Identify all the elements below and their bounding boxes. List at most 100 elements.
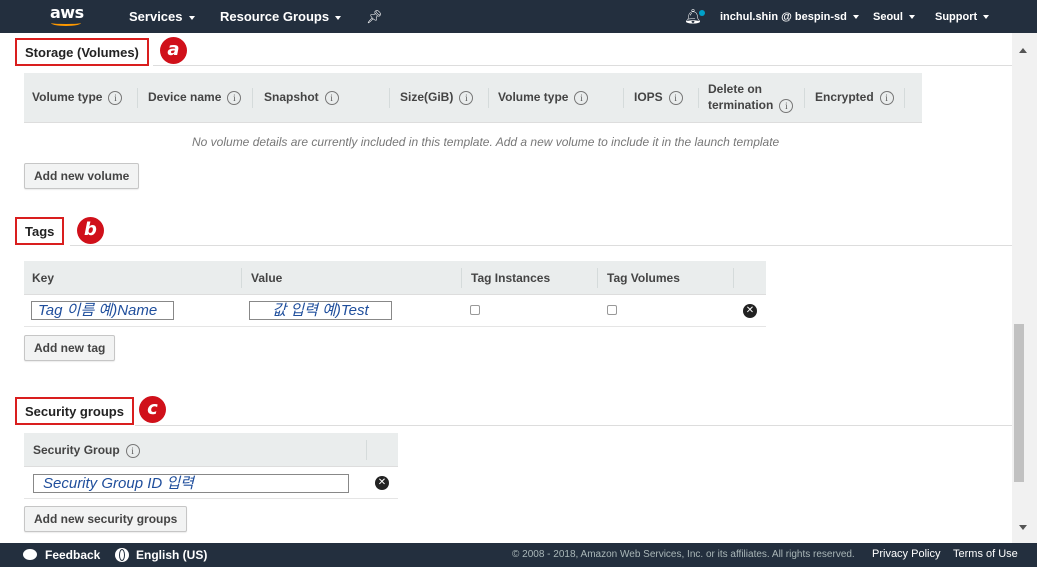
annotation-marker-b: b [77,217,104,244]
chevron-down-icon [908,15,915,20]
col-key[interactable]: Key [32,271,54,285]
column-separator [461,268,462,288]
chevron-down-icon [335,15,342,20]
footer: Feedback English (US) © 2008 - 2018, Ama… [0,543,1037,567]
info-icon[interactable]: i [324,90,339,105]
info-icon[interactable]: i [227,90,242,105]
tag-key-input[interactable]: Tag 이름 예)Name [31,301,174,320]
account-menu[interactable]: inchul.shin @ bespin-sd [720,11,859,23]
column-separator [366,440,367,460]
services-menu[interactable]: Services [129,9,195,24]
resource-groups-menu[interactable]: Resource Groups [220,9,342,24]
col-delete-on[interactable]: Delete on [708,82,762,96]
col-snapshot[interactable]: Snapshot i [264,90,339,105]
add-new-volume-button[interactable]: Add new volume [24,163,140,189]
chevron-down-icon [188,15,195,20]
column-separator [241,268,242,288]
copyright-text: © 2008 - 2018, Amazon Web Services, Inc.… [512,549,855,560]
info-icon[interactable]: i [879,90,894,105]
scroll-down-arrow-icon[interactable] [1019,525,1027,530]
storage-table-header: Volume type i Device name i Snapshot i Size… [24,73,922,123]
col-iops[interactable]: IOPS i [634,90,683,105]
region-menu[interactable]: Seoul [873,11,915,23]
privacy-policy-link[interactable]: Privacy Policy [872,548,940,560]
storage-empty-message: No volume details are currently included… [192,135,780,149]
security-groups-table-header: Security Group i [24,433,398,467]
col-device-name[interactable]: Device name i [148,90,242,105]
section-divider [135,425,1012,426]
globe-icon[interactable] [115,548,129,562]
resource-groups-label: Resource Groups [220,9,330,24]
security-groups-section-title: Security groups [15,397,134,425]
services-label: Services [129,9,183,24]
col-label: Security Group [33,443,120,457]
col-label: Snapshot [264,90,319,104]
col-label: IOPS [634,90,663,104]
section-divider [70,245,1012,246]
column-separator [252,88,253,108]
main-content: Storage (Volumes) a Volume type i Device … [0,33,1012,543]
terms-of-use-link[interactable]: Terms of Use [953,548,1018,560]
section-divider [153,65,1012,66]
tag-instances-checkbox[interactable] [470,305,480,315]
col-label: Device name [148,90,222,104]
col-size[interactable]: Size(GiB) i [400,90,474,105]
add-new-tag-button[interactable]: Add new tag [24,335,116,361]
col-value[interactable]: Value [251,271,282,285]
add-new-security-groups-button[interactable]: Add new security groups [24,506,188,532]
tags-table-header: Key Value Tag Instances Tag Volumes [24,261,766,295]
col-tag-volumes[interactable]: Tag Volumes [607,271,680,285]
column-separator [623,88,624,108]
support-label: Support [935,11,978,23]
column-separator [137,88,138,108]
top-nav: aws Services Resource Groups 📌︎ 🔔︎ inchu… [0,0,1037,33]
col-volume-type-2[interactable]: Volume type i [498,90,589,105]
info-icon[interactable]: i [108,90,123,105]
remove-tag-icon[interactable]: ✕ [743,304,757,318]
scroll-up-arrow-icon[interactable] [1019,48,1027,53]
pin-icon[interactable]: 📌︎ [366,9,383,25]
storage-section-title: Storage (Volumes) [15,38,149,66]
annotation-marker-c: c [139,396,166,423]
info-icon[interactable]: i [779,98,794,113]
info-icon[interactable]: i [668,90,683,105]
remove-security-group-icon[interactable]: ✕ [375,476,389,490]
notification-dot [699,10,705,16]
vertical-scrollbar[interactable] [1012,33,1037,543]
column-separator [733,268,734,288]
tag-volumes-checkbox[interactable] [607,305,617,315]
col-label: Volume type [498,90,569,104]
row-divider [24,498,398,499]
region-label: Seoul [873,11,903,23]
col-label: Volume type [32,90,103,104]
info-icon[interactable]: i [459,90,474,105]
info-icon[interactable]: i [125,443,140,458]
col-label: Size(GiB) [400,90,454,104]
scrollbar-thumb[interactable] [1014,324,1024,482]
row-divider [24,326,766,327]
tags-section-title: Tags [15,217,65,245]
chevron-down-icon [983,15,990,20]
column-separator [389,88,390,108]
info-icon[interactable]: i [574,90,589,105]
col-volume-type[interactable]: Volume type i [32,90,123,105]
support-menu[interactable]: Support [935,11,990,23]
column-separator [698,88,699,108]
col-delete-termination[interactable]: termination i [708,98,794,113]
security-group-id-input[interactable]: Security Group ID 입력 [33,474,349,493]
language-selector[interactable]: English (US) [136,548,207,562]
column-separator [904,88,905,108]
column-separator [597,268,598,288]
feedback-link[interactable]: Feedback [45,548,100,562]
aws-smile-icon [51,20,81,26]
column-separator [804,88,805,108]
annotation-marker-a: a [160,37,187,64]
col-label: Encrypted [815,90,874,104]
tag-value-input[interactable]: 값 입력 예)Test [249,301,392,320]
chevron-down-icon [852,15,859,20]
col-security-group[interactable]: Security Group i [33,443,140,458]
col-encrypted[interactable]: Encrypted i [815,90,894,105]
col-tag-instances[interactable]: Tag Instances [471,271,550,285]
feedback-icon[interactable] [23,549,37,560]
col-label: termination [708,98,774,112]
